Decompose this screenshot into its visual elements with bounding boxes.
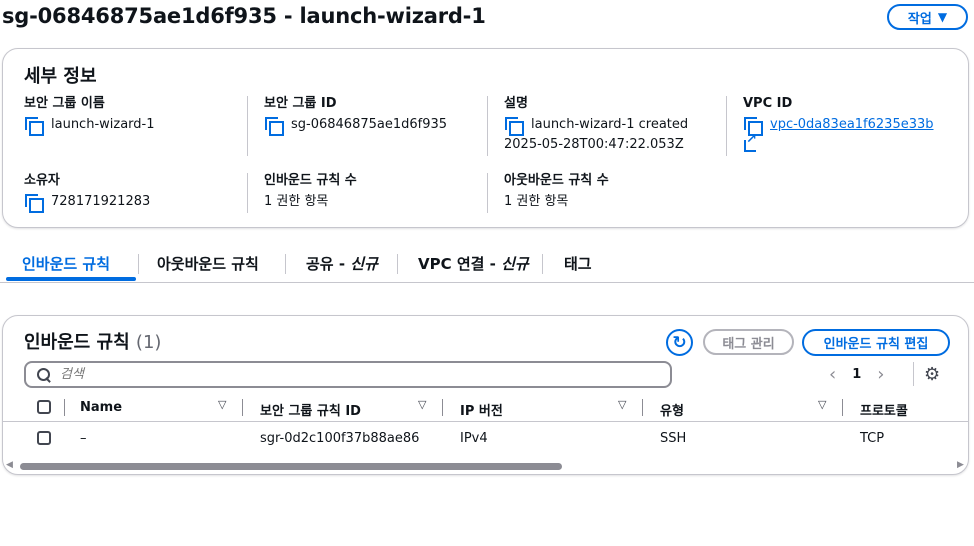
description-value: launch-wizard-1 created [531, 117, 689, 132]
vpc-id-field: VPC ID vpc-0da83ea1f6235e33b [743, 96, 963, 156]
manage-tags-button[interactable]: 태그 관리 [703, 329, 794, 355]
tab-vpc-associations[interactable]: VPC 연결 - 신규 [418, 253, 529, 274]
page-title: sg-06846875ae1d6f935 - launch-wizard-1 [2, 4, 486, 28]
details-title: 세부 정보 [24, 66, 97, 87]
sort-icon[interactable]: ▽ [818, 398, 826, 411]
inbound-rules-panel: 인바운드 규칙 (1) ↻ 태그 관리 인바운드 규칙 편집 ‹ 1 › ⚙ N… [2, 315, 969, 475]
actions-button-label: 작업 [907, 11, 932, 27]
column-header-ip-version[interactable]: IP 버전 [460, 400, 503, 419]
sg-id-field: 보안 그룹 ID sg-06846875ae1d6f935 [264, 96, 504, 136]
tab-divider [397, 254, 398, 274]
copy-icon[interactable] [24, 193, 44, 213]
column-header-rule-id[interactable]: 보안 그룹 규칙 ID [260, 400, 361, 419]
chevron-left-icon[interactable]: ‹ [829, 364, 836, 385]
scroll-right-icon[interactable]: ▶ [957, 460, 964, 470]
table-header: Name ▽ 보안 그룹 규칙 ID ▽ IP 버전 ▽ 유형 ▽ 프로토콜 [3, 394, 968, 422]
copy-icon[interactable] [264, 116, 284, 136]
column-divider [726, 96, 727, 156]
external-link-icon[interactable] [743, 132, 758, 152]
description-field: 설명 launch-wizard-1 created 2025-05-28T00… [504, 96, 719, 155]
actions-dropdown-button[interactable]: 작업 ▼ [887, 4, 968, 30]
column-divider [247, 173, 248, 213]
owner-value: 728171921283 [51, 194, 151, 209]
tab-bar: 인바운드 규칙 아웃바운드 규칙 공유 - 신규 VPC 연결 - 신규 태그 [0, 245, 974, 283]
search-input[interactable] [60, 367, 640, 382]
outbound-count-value: 1 권한 항목 [504, 194, 569, 209]
column-divider [247, 96, 248, 156]
column-divider [242, 399, 243, 416]
tab-outbound-rules[interactable]: 아웃바운드 규칙 [157, 253, 259, 274]
vpc-id-link[interactable]: vpc-0da83ea1f6235e33b [770, 115, 934, 135]
inbound-count-label: 인바운드 규칙 수 [264, 173, 357, 188]
column-header-type[interactable]: 유형 [660, 400, 684, 419]
rules-count: (1) [135, 332, 162, 353]
sg-name-field: 보안 그룹 이름 launch-wizard-1 [24, 96, 264, 136]
scroll-left-icon[interactable]: ◀ [6, 460, 13, 470]
sort-icon[interactable]: ▽ [418, 398, 426, 411]
chevron-right-icon[interactable]: › [877, 364, 884, 385]
scrollbar-thumb[interactable] [20, 463, 562, 470]
description-label: 설명 [504, 96, 528, 111]
edit-inbound-rules-button[interactable]: 인바운드 규칙 편집 [802, 329, 950, 356]
column-divider [64, 399, 65, 416]
inbound-rules-title: 인바운드 규칙 (1) [24, 332, 162, 353]
caret-down-icon: ▼ [937, 10, 948, 24]
cell-name: – [80, 431, 87, 446]
cell-ip-version: IPv4 [460, 431, 488, 446]
gear-icon[interactable]: ⚙ [924, 364, 940, 385]
sg-name-value: launch-wizard-1 [51, 117, 155, 132]
pagination: ‹ 1 › [829, 364, 884, 385]
horizontal-scrollbar[interactable]: ◀ ▶ [3, 459, 968, 473]
copy-icon[interactable] [24, 116, 44, 136]
refresh-icon: ↻ [672, 332, 687, 353]
description-timestamp: 2025-05-28T00:47:22.053Z [504, 137, 684, 152]
column-divider [442, 399, 443, 416]
tab-divider [542, 254, 543, 274]
refresh-button[interactable]: ↻ [666, 329, 693, 356]
row-checkbox[interactable] [37, 431, 51, 445]
column-header-name[interactable]: Name [80, 400, 122, 415]
select-all-checkbox[interactable] [37, 400, 51, 414]
outbound-count-field: 아웃바운드 규칙 수 1 권한 항목 [504, 173, 744, 212]
active-tab-indicator [6, 277, 136, 281]
cell-protocol: TCP [860, 431, 885, 446]
table-row[interactable]: – sgr-0d2c100f37b88ae86 IPv4 SSH TCP [3, 424, 968, 454]
search-field[interactable] [24, 361, 672, 388]
column-divider [842, 399, 843, 416]
inbound-count-value: 1 권한 항목 [264, 194, 329, 209]
column-divider [487, 173, 488, 213]
cell-rule-id: sgr-0d2c100f37b88ae86 [260, 431, 420, 446]
tab-sharing[interactable]: 공유 - 신규 [306, 253, 378, 274]
tab-tags[interactable]: 태그 [564, 253, 592, 274]
column-divider [487, 96, 488, 156]
tab-divider [138, 254, 139, 274]
sg-id-value: sg-06846875ae1d6f935 [291, 117, 448, 132]
outbound-count-label: 아웃바운드 규칙 수 [504, 173, 609, 188]
tab-inbound-rules[interactable]: 인바운드 규칙 [22, 253, 110, 274]
divider [913, 362, 914, 386]
search-icon [36, 367, 52, 383]
copy-icon[interactable] [504, 116, 524, 136]
column-header-protocol[interactable]: 프로토콜 [860, 400, 908, 419]
cell-type: SSH [660, 431, 687, 446]
owner-field: 소유자 728171921283 [24, 173, 264, 213]
details-panel: 세부 정보 보안 그룹 이름 launch-wizard-1 보안 그룹 ID … [2, 48, 969, 228]
sort-icon[interactable]: ▽ [618, 398, 626, 411]
vpc-id-label: VPC ID [743, 96, 793, 111]
sg-name-label: 보안 그룹 이름 [24, 96, 105, 111]
column-divider [642, 399, 643, 416]
owner-label: 소유자 [24, 173, 60, 188]
inbound-count-field: 인바운드 규칙 수 1 권한 항목 [264, 173, 504, 212]
sort-icon[interactable]: ▽ [218, 398, 226, 411]
sg-id-label: 보안 그룹 ID [264, 96, 337, 111]
tab-divider [285, 254, 286, 274]
page-number[interactable]: 1 [852, 367, 861, 382]
